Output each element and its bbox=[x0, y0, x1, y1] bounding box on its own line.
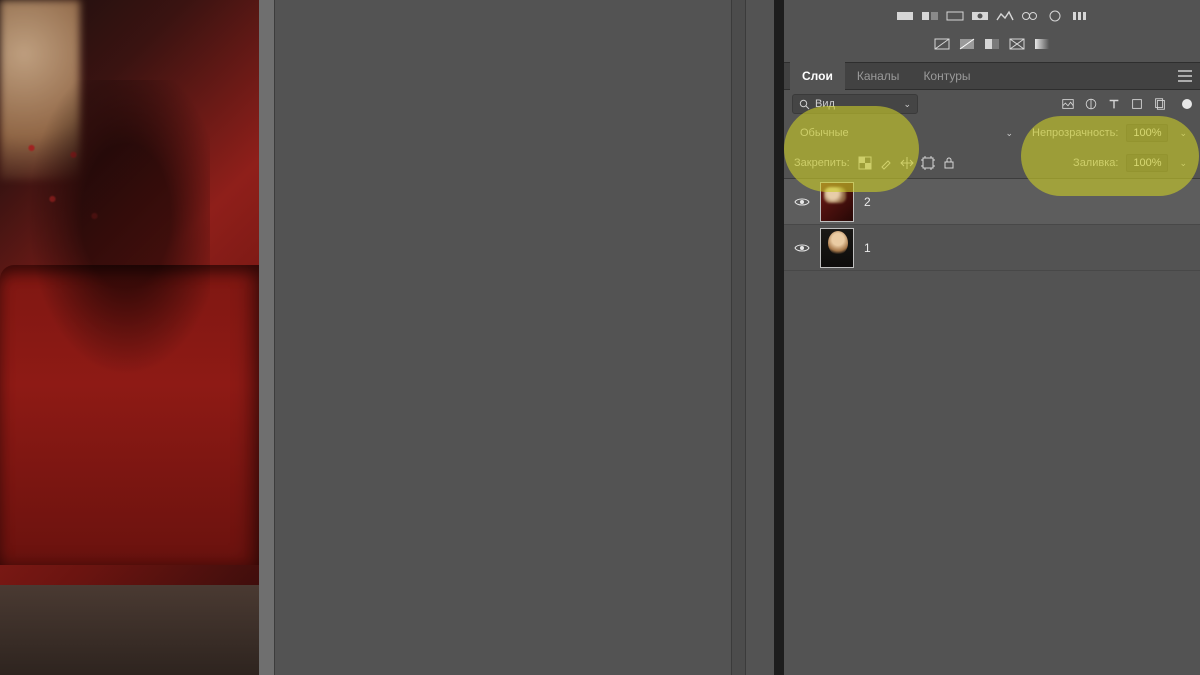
adj-icon[interactable] bbox=[1008, 37, 1026, 51]
adjustment-presets-row-1 bbox=[784, 4, 1200, 28]
layer-filter-row: Вид ⌄ bbox=[784, 90, 1200, 118]
visibility-toggle[interactable] bbox=[794, 196, 810, 208]
canvas-image-part bbox=[0, 265, 259, 565]
adj-icon[interactable] bbox=[896, 9, 914, 23]
opacity-value[interactable]: 100% bbox=[1126, 124, 1168, 142]
filter-pixel-icon[interactable] bbox=[1060, 96, 1076, 112]
adj-icon[interactable] bbox=[1071, 9, 1089, 23]
canvas-scrollbar-vertical[interactable] bbox=[731, 0, 746, 675]
lock-all-icon[interactable] bbox=[942, 156, 956, 170]
tab-layers[interactable]: Слои bbox=[790, 62, 845, 90]
lock-transparency-icon[interactable] bbox=[858, 156, 872, 170]
eye-icon bbox=[794, 196, 810, 208]
adj-icon[interactable] bbox=[921, 9, 939, 23]
adj-icon[interactable] bbox=[983, 37, 1001, 51]
lock-paint-icon[interactable] bbox=[879, 156, 893, 170]
layer-filter-select[interactable]: Вид ⌄ bbox=[792, 94, 918, 114]
canvas-image[interactable] bbox=[0, 0, 259, 675]
panel-menu-icon[interactable] bbox=[1178, 70, 1192, 85]
tab-paths[interactable]: Контуры bbox=[911, 62, 982, 90]
lock-label: Закрепить: bbox=[794, 157, 850, 169]
adj-icon[interactable] bbox=[1021, 9, 1039, 23]
tab-channels[interactable]: Каналы bbox=[845, 62, 912, 90]
canvas-ruler-gap bbox=[259, 0, 274, 675]
blend-mode-row: Обычные ⌄ Непрозрачность: 100% ⌄ bbox=[784, 118, 1200, 148]
layer-name[interactable]: 2 bbox=[864, 195, 871, 209]
adj-icon[interactable] bbox=[946, 9, 964, 23]
lock-move-icon[interactable] bbox=[900, 156, 914, 170]
layer-name[interactable]: 1 bbox=[864, 241, 871, 255]
opacity-label: Непрозрачность: bbox=[1032, 127, 1118, 139]
filter-type-icon[interactable] bbox=[1106, 96, 1122, 112]
filter-smart-icon[interactable] bbox=[1152, 96, 1168, 112]
filter-shape-icon[interactable] bbox=[1129, 96, 1145, 112]
lock-row: Закрепить: Заливка: 100% ⌄ bbox=[784, 148, 1200, 178]
adj-icon[interactable] bbox=[958, 37, 976, 51]
chevron-down-icon[interactable]: ⌄ bbox=[1176, 128, 1190, 139]
filter-toggle[interactable] bbox=[1182, 99, 1192, 109]
adj-icon[interactable] bbox=[933, 37, 951, 51]
lock-artboard-icon[interactable] bbox=[921, 156, 935, 170]
canvas-image-part bbox=[0, 585, 259, 675]
filter-adjust-icon[interactable] bbox=[1083, 96, 1099, 112]
layer-row[interactable]: 1 bbox=[784, 225, 1200, 271]
fill-label: Заливка: bbox=[1073, 157, 1118, 169]
adj-icon[interactable] bbox=[1033, 37, 1051, 51]
chevron-down-icon: ⌄ bbox=[1002, 128, 1016, 139]
chevron-down-icon[interactable]: ⌄ bbox=[1176, 158, 1190, 169]
eye-icon bbox=[794, 242, 810, 254]
document-canvas-area[interactable] bbox=[0, 0, 274, 675]
blend-mode-select[interactable]: Обычные ⌄ bbox=[794, 127, 1024, 139]
blend-mode-value: Обычные bbox=[800, 127, 849, 139]
filter-label: Вид bbox=[815, 98, 835, 110]
fill-value[interactable]: 100% bbox=[1126, 154, 1168, 172]
layer-thumbnail[interactable] bbox=[820, 228, 854, 268]
adj-icon[interactable] bbox=[971, 9, 989, 23]
chevron-down-icon: ⌄ bbox=[903, 99, 911, 110]
layer-thumbnail[interactable] bbox=[820, 182, 854, 222]
layers-list: 2 1 bbox=[784, 178, 1200, 271]
layers-panel: Слои Каналы Контуры Вид ⌄ Обычные ⌄ Непр… bbox=[784, 0, 1200, 675]
panel-tabs: Слои Каналы Контуры bbox=[784, 62, 1200, 90]
adj-icon[interactable] bbox=[1046, 9, 1064, 23]
visibility-toggle[interactable] bbox=[794, 242, 810, 254]
adj-icon[interactable] bbox=[996, 9, 1014, 23]
layer-row[interactable]: 2 bbox=[784, 179, 1200, 225]
canvas-pasteboard[interactable] bbox=[274, 0, 731, 675]
panel-divider[interactable] bbox=[774, 0, 784, 675]
search-icon bbox=[799, 99, 810, 110]
adjustment-presets-row-2 bbox=[784, 32, 1200, 56]
